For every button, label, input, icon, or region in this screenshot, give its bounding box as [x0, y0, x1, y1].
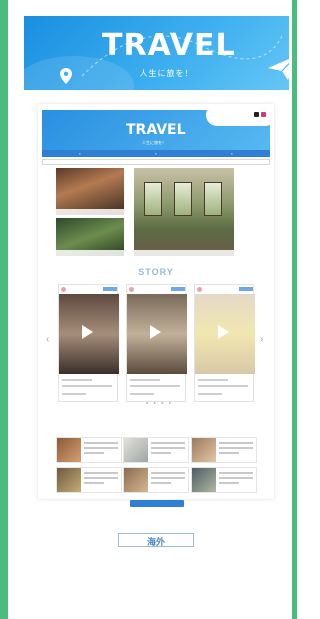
article-card [123, 467, 189, 493]
article-card [56, 467, 122, 493]
nav-item: ▪ [231, 151, 233, 156]
carousel-dots: ● ● ● ● [146, 400, 173, 405]
instagram-icon [261, 112, 266, 117]
preview-nav-bar: ▪ ▪ ▪ [42, 150, 270, 157]
preview-header-banner: TRAVEL 人生に旅を！ [42, 110, 270, 150]
preview-subtitle: 人生に旅を！ [142, 140, 166, 145]
play-icon [150, 325, 161, 339]
map-pin-icon [60, 68, 72, 84]
travel-banner[interactable]: TRAVEL 人生に旅を！ [24, 16, 289, 90]
nav-item: ▪ [79, 151, 81, 156]
story-card [194, 284, 255, 402]
overseas-badge[interactable]: 海外 [108, 527, 204, 551]
nav-item: ▪ [155, 151, 157, 156]
left-accent-strip [0, 0, 8, 619]
overseas-label: 海外 [146, 537, 165, 547]
preview-breadcrumb [42, 159, 270, 165]
avatar [197, 286, 202, 292]
article-card [56, 437, 122, 463]
chevron-left-icon: ‹ [46, 334, 50, 345]
avatar [61, 286, 66, 292]
article-card [123, 437, 189, 463]
banner-title: TRAVEL [102, 28, 236, 63]
tiktok-icon [254, 112, 259, 117]
preview-title: TRAVEL [126, 122, 186, 138]
feature-photo-large [134, 168, 234, 256]
feature-photo [56, 168, 124, 215]
right-accent-strip [292, 0, 297, 619]
story-heading: STORY [138, 267, 174, 277]
feature-photo [56, 218, 124, 256]
social-icons [254, 112, 266, 117]
play-icon [218, 325, 229, 339]
play-icon [82, 325, 93, 339]
article-card [191, 467, 257, 493]
story-card [58, 284, 119, 402]
avatar [129, 286, 134, 292]
article-card [191, 437, 257, 463]
page-preview-thumbnail[interactable]: TRAVEL 人生に旅を！ ▪ ▪ ▪ STORY ‹ › ● ● ● ● [38, 104, 274, 507]
chevron-right-icon: › [260, 334, 264, 345]
airplane-icon [268, 59, 289, 80]
story-card [126, 284, 187, 402]
more-articles-button [130, 500, 184, 507]
